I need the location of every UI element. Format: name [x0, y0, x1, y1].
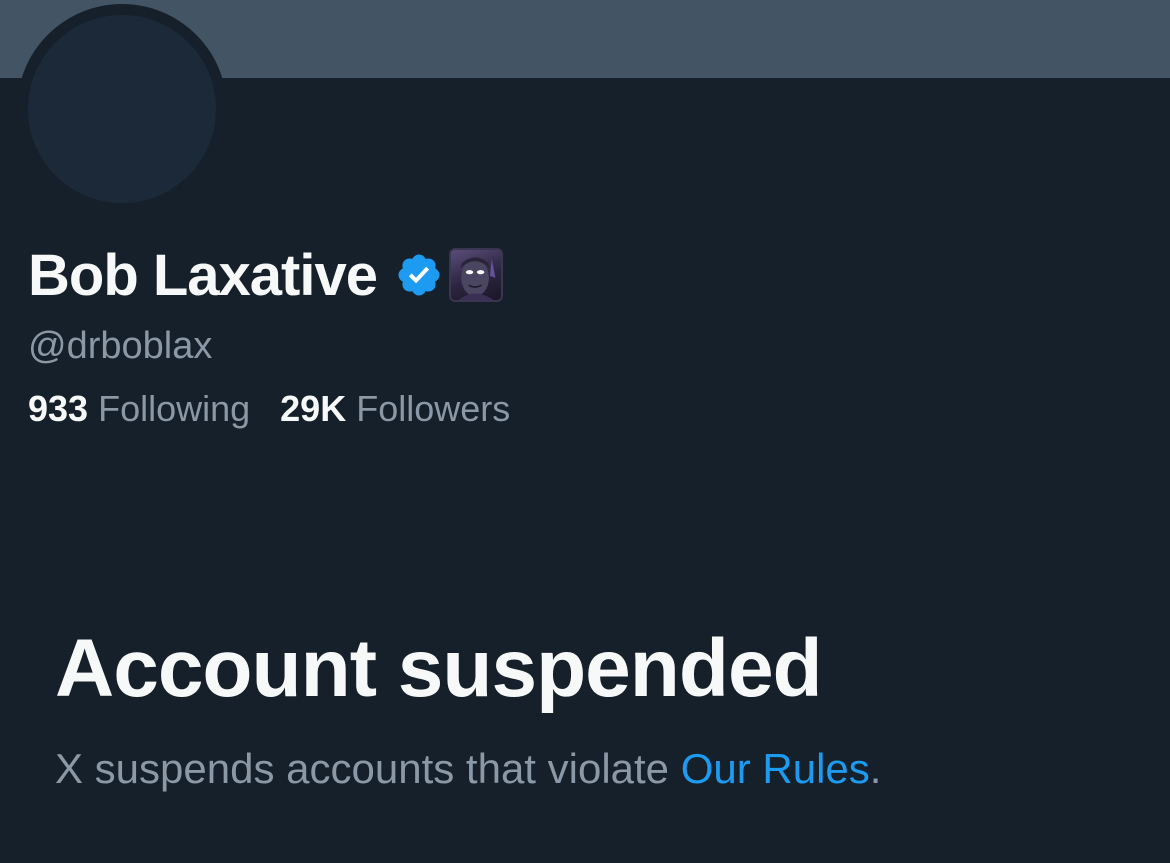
suspension-message: X suspends accounts that violate Our Rul…	[55, 745, 881, 793]
avatar-placeholder	[28, 15, 216, 203]
followers-count: 29K	[280, 388, 347, 429]
verified-badge-icon[interactable]	[395, 251, 443, 299]
following-count: 933	[28, 388, 89, 429]
affiliate-badge-icon[interactable]	[449, 248, 503, 302]
following-label: Following	[98, 388, 251, 429]
our-rules-link[interactable]: Our Rules	[681, 745, 870, 792]
suspension-message-text: X suspends accounts that violate	[55, 745, 681, 792]
profile-handle: @drboblax	[28, 325, 213, 367]
following-stat[interactable]: 933 Following	[28, 388, 250, 430]
followers-label: Followers	[356, 388, 511, 429]
display-name: Bob Laxative	[28, 242, 378, 308]
avatar[interactable]	[17, 4, 227, 214]
name-row: Bob Laxative	[28, 240, 503, 310]
profile-stats: 933 Following 29K Followers	[28, 388, 540, 430]
suspension-message-period: .	[869, 745, 882, 792]
followers-stat[interactable]: 29K Followers	[280, 388, 510, 430]
suspension-title: Account suspended	[55, 623, 823, 714]
